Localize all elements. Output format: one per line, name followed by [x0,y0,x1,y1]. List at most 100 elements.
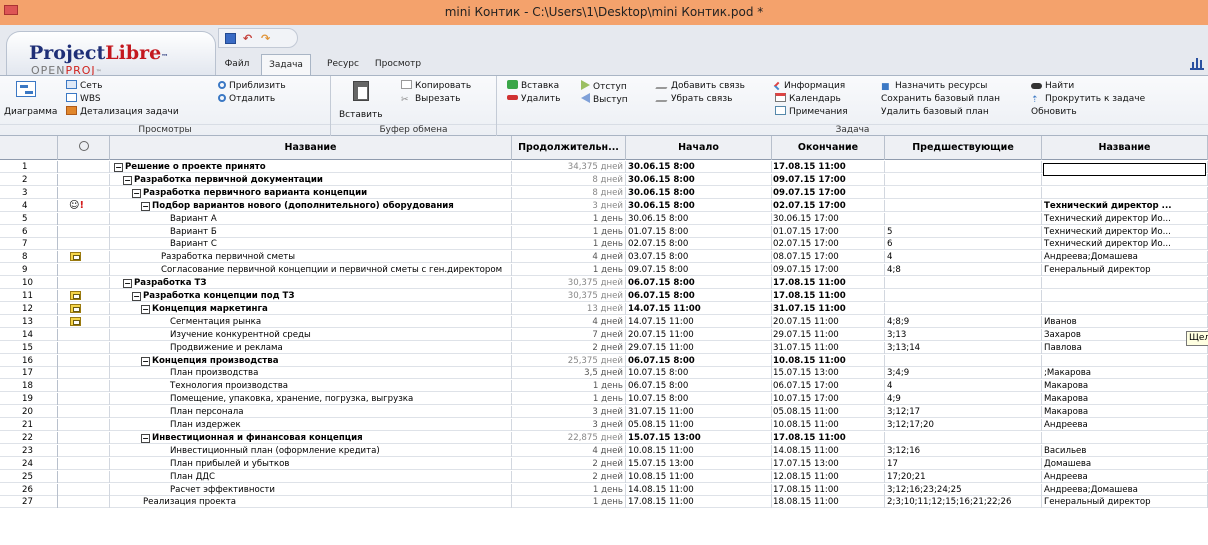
row-number[interactable]: 23 [0,444,58,457]
duration-cell[interactable]: 3 дней [512,419,626,431]
start-cell[interactable]: 10.07.15 8:00 [626,393,772,406]
task-notes-icon[interactable] [70,291,81,300]
table-row[interactable]: 27 Реализация проекта 1 день 17.08.15 11:00… [0,496,1208,509]
header-finish[interactable]: Окончание [772,136,885,160]
table-row[interactable]: 23 Инвестиционный план (оформление кредит… [0,444,1208,457]
finish-cell[interactable]: 17.08.15 11:00 [772,483,885,496]
row-number[interactable]: 10 [0,277,58,290]
predecessors-cell[interactable]: 4 [885,380,1042,393]
start-cell[interactable]: 06.07.15 8:00 [626,290,772,302]
table-row[interactable]: 11− Разработка концепции под ТЗ 30,375 дне… [0,290,1208,302]
row-number[interactable]: 7 [0,238,58,251]
start-cell[interactable]: 30.06.15 8:00 [626,186,772,199]
table-row[interactable]: 12− Концепция маркетинга 13 дней 14.07.15 1… [0,302,1208,315]
predecessors-cell[interactable]: 3;12;17 [885,406,1042,419]
start-cell[interactable]: 15.07.15 13:00 [626,457,772,470]
task-name-cell[interactable]: План ДДС [110,470,512,483]
duration-cell[interactable]: 13 дней [512,302,626,315]
table-row[interactable]: 14 Изучение конкурентной среды 7 дней 20.07… [0,328,1208,341]
collapse-icon[interactable]: − [114,163,123,172]
duration-cell[interactable]: 3,5 дней [512,367,626,380]
duration-cell[interactable]: 2 дней [512,457,626,470]
table-row[interactable]: 1− Решение о проекте принято 34,375 дней 30… [0,161,1208,173]
finish-cell[interactable]: 02.07.15 17:00 [772,199,885,212]
indent-button[interactable]: Отступ [581,80,627,93]
task-name-cell[interactable]: Изучение конкурентной среды [110,328,512,341]
resource-names-cell[interactable]: Макарова [1042,393,1208,406]
table-row[interactable]: 13 Сегментация рынка 4 дней 14.07.15 11:00 2… [0,315,1208,328]
table-row[interactable]: 17 План производства 3,5 дней 10.07.15 8:00… [0,367,1208,380]
task-name-cell[interactable]: План персонала [110,406,512,419]
task-name-cell[interactable]: Технология производства [110,380,512,393]
start-cell[interactable]: 15.07.15 13:00 [626,431,772,444]
duration-cell[interactable]: 34,375 дней [512,161,626,173]
row-number[interactable]: 15 [0,341,58,354]
table-row[interactable]: 6 Вариант Б 1 день 01.07.15 8:00 01.07.15 17… [0,225,1208,238]
row-number[interactable]: 18 [0,380,58,393]
predecessors-cell[interactable]: 17;20;21 [885,470,1042,483]
table-row[interactable]: 16− Концепция производства 25,375 дней 06.0… [0,354,1208,367]
duration-cell[interactable]: 1 день [512,238,626,251]
duration-cell[interactable]: 3 дней [512,199,626,212]
predecessors-cell[interactable] [885,173,1042,186]
assign-resources-button[interactable]: ■ Назначить ресурсы [881,80,987,93]
predecessors-cell[interactable]: 4;9 [885,393,1042,406]
resource-names-cell[interactable]: Андреева [1042,470,1208,483]
table-row[interactable]: 21 План издержек 3 дней 05.08.15 11:00 10.08… [0,419,1208,431]
predecessors-cell[interactable]: 4;8;9 [885,315,1042,328]
start-cell[interactable]: 29.07.15 11:00 [626,341,772,354]
task-name-cell[interactable]: Вариант А [110,212,512,225]
predecessors-cell[interactable]: 3;12;16;23;24;25 [885,483,1042,496]
resource-names-cell[interactable]: ;Макарова [1042,367,1208,380]
row-number[interactable]: 11 [0,290,58,302]
start-cell[interactable]: 10.08.15 11:00 [626,470,772,483]
start-cell[interactable]: 30.06.15 8:00 [626,199,772,212]
predecessors-cell[interactable]: 5 [885,225,1042,238]
zoom-out-button[interactable]: Отдалить [218,93,275,106]
add-link-button[interactable]: Добавить связь [655,80,745,93]
start-cell[interactable]: 02.07.15 8:00 [626,238,772,251]
row-number[interactable]: 8 [0,251,58,264]
resource-names-cell[interactable]: Андреева;Домашева [1042,483,1208,496]
duration-cell[interactable]: 1 день [512,264,626,277]
collapse-icon[interactable]: − [141,201,150,211]
diagram-button[interactable]: Диаграмма [4,79,57,121]
finish-cell[interactable]: 06.07.15 17:00 [772,380,885,393]
start-cell[interactable]: 14.07.15 11:00 [626,315,772,328]
predecessors-cell[interactable]: 3;13 [885,328,1042,341]
predecessors-cell[interactable]: 17 [885,457,1042,470]
finish-cell[interactable]: 18.08.15 11:00 [772,496,885,509]
task-name-cell[interactable]: Вариант С [110,238,512,251]
table-row[interactable]: 20 План персонала 3 дней 31.07.15 11:00 05.0… [0,406,1208,419]
collapse-icon[interactable]: − [132,292,141,301]
finish-cell[interactable]: 09.07.15 17:00 [772,173,885,186]
report-icon[interactable] [1190,58,1204,70]
wbs-button[interactable]: WBS [66,93,101,106]
task-name-cell[interactable]: План производства [110,367,512,380]
header-resource-names[interactable]: Название [1042,136,1208,160]
table-row[interactable]: 7 Вариант С 1 день 02.07.15 8:00 02.07.15 17… [0,238,1208,251]
copy-button[interactable]: Копировать [401,80,471,93]
finish-cell[interactable]: 17.08.15 11:00 [772,290,885,302]
task-notes-icon[interactable] [70,252,81,262]
row-number[interactable]: 5 [0,212,58,225]
start-cell[interactable]: 06.07.15 8:00 [626,380,772,393]
duration-cell[interactable]: 2 дней [512,341,626,354]
finish-cell[interactable]: 31.07.15 11:00 [772,302,885,315]
overallocated-resource-icon[interactable]: ☺! [69,200,84,211]
row-number[interactable]: 2 [0,173,58,186]
duration-cell[interactable]: 1 день [512,212,626,225]
predecessors-cell[interactable]: 6 [885,238,1042,251]
table-row[interactable]: 3 − Разработка первичного варианта концепц… [0,186,1208,199]
finish-cell[interactable]: 10.07.15 17:00 [772,393,885,406]
row-number[interactable]: 6 [0,225,58,238]
finish-cell[interactable]: 10.08.15 11:00 [772,354,885,367]
table-row[interactable]: 25 План ДДС 2 дней 10.08.15 11:00 12.08.15 1… [0,470,1208,483]
task-name-cell[interactable]: Разработка первичной сметы [110,251,512,264]
task-name-cell[interactable]: План прибылей и убытков [110,457,512,470]
resource-names-cell[interactable]: Технический директор Ио... [1042,225,1208,238]
finish-cell[interactable]: 14.08.15 11:00 [772,444,885,457]
task-name-cell[interactable]: Инвестиционный план (оформление кредита) [110,444,512,457]
task-name-cell[interactable]: Согласование первичной концепции и перви… [110,264,512,277]
table-row[interactable]: 9 Согласование первичной концепции и перв… [0,264,1208,277]
